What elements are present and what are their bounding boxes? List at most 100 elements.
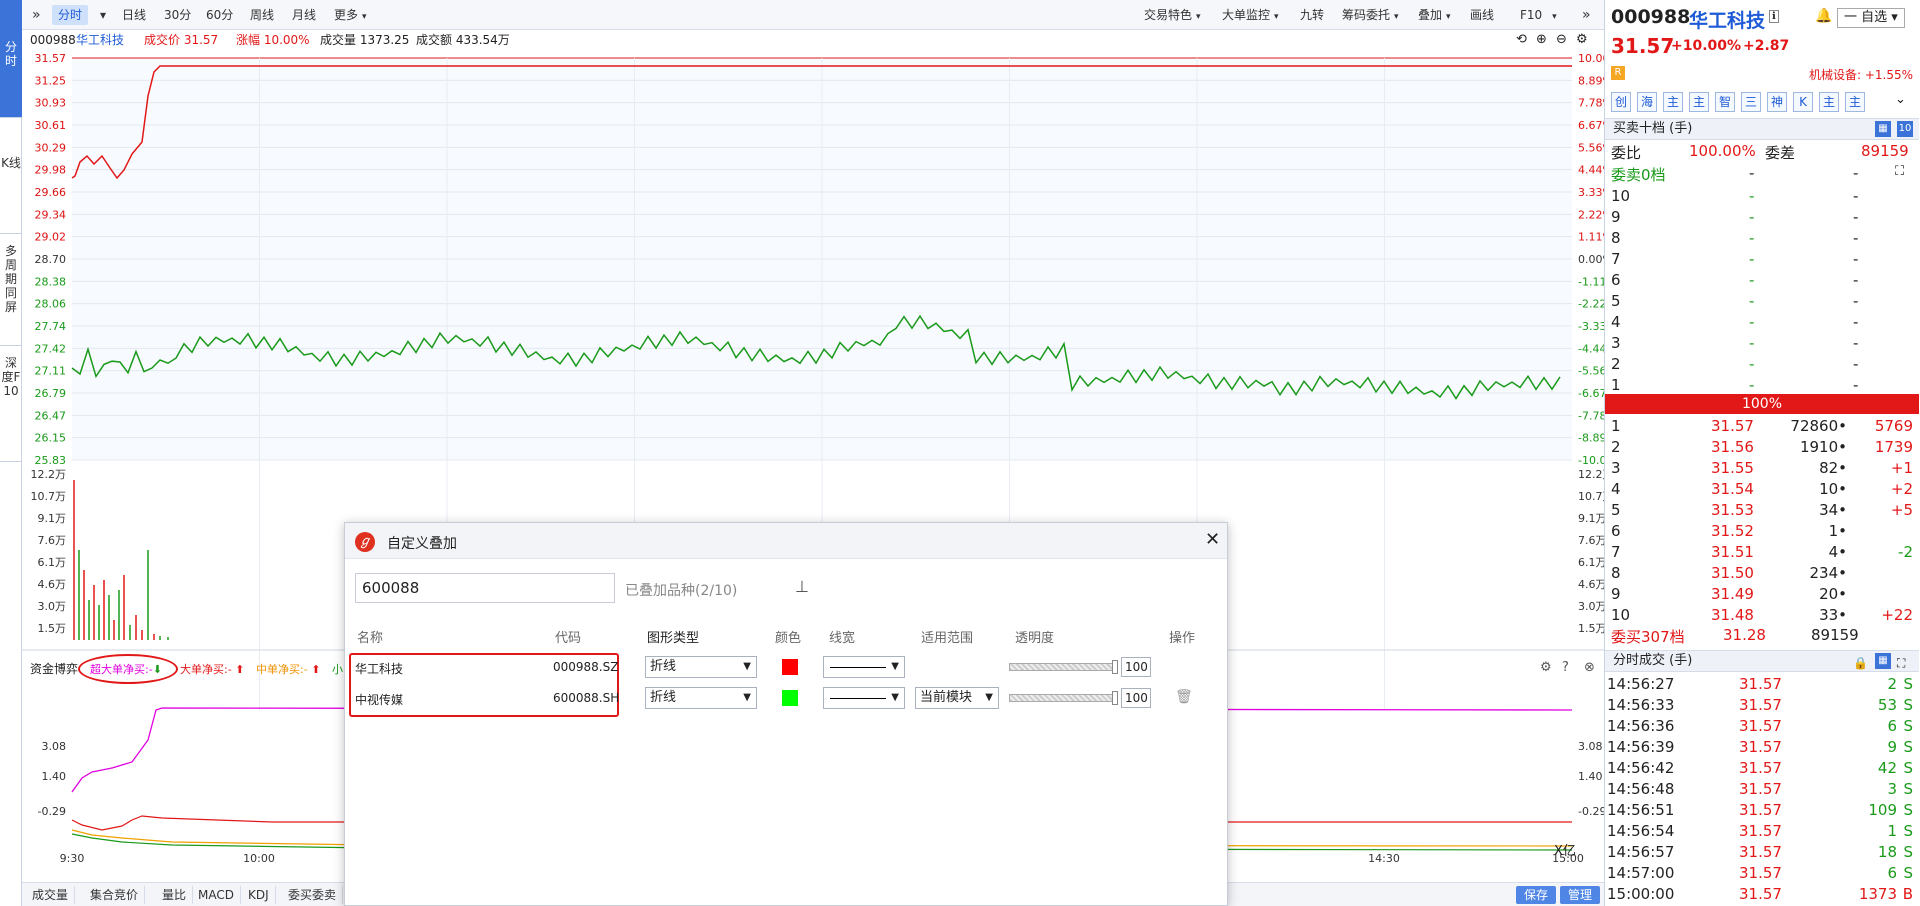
- sell-price: -: [1749, 334, 1755, 352]
- tab-kdj[interactable]: KDJ: [242, 886, 276, 904]
- price-tick-label: 28.38: [35, 275, 67, 288]
- toolbar-draw-line[interactable]: 画线: [1464, 5, 1500, 25]
- dialog-close-icon[interactable]: ✕: [1205, 529, 1220, 550]
- tab-auction[interactable]: 集合竞价: [84, 886, 146, 904]
- buy-volume: 10•: [1819, 480, 1847, 498]
- tab-order-ratio[interactable]: 委买委卖: [282, 886, 344, 904]
- lock-icon[interactable]: 🔒: [1853, 653, 1868, 673]
- trades-table-icon[interactable]: ▦: [1875, 653, 1891, 669]
- fund-close-icon[interactable]: ⊗: [1584, 660, 1595, 675]
- pct-tick-label: 2.22%: [1578, 208, 1604, 221]
- toolbar-trade-features[interactable]: 交易特色 ▾: [1138, 5, 1207, 25]
- row2-line-width-select[interactable]: ▼: [823, 687, 905, 709]
- info-amount: 成交额 433.54万: [416, 33, 510, 47]
- chevron-down-icon[interactable]: ⌄: [1895, 92, 1906, 107]
- info-name[interactable]: 华工科技: [76, 30, 124, 50]
- toolbar-30min[interactable]: 30分: [158, 5, 197, 25]
- row2-scope-select[interactable]: 当前模块 ▼: [915, 687, 999, 709]
- manage-button[interactable]: 管理: [1560, 886, 1601, 904]
- stamp-icon[interactable]: ⊥: [795, 577, 809, 596]
- row2-delete-icon[interactable]: 🗑: [1175, 689, 1193, 705]
- quick-btn-6[interactable]: 三: [1741, 92, 1761, 112]
- toolbar-large-order-monitor[interactable]: 大单监控 ▾: [1216, 5, 1285, 25]
- trade-price: 31.57: [1739, 780, 1782, 798]
- stock-name[interactable]: 华工科技: [1689, 6, 1765, 33]
- row2-opacity-slider[interactable]: [1009, 691, 1118, 705]
- add-watchlist-button[interactable]: 一 自选 ▾: [1837, 8, 1905, 28]
- quick-btn-10[interactable]: 主: [1845, 92, 1865, 112]
- quick-btn-3[interactable]: 主: [1663, 92, 1683, 112]
- trades-expand-icon[interactable]: ⛶: [1897, 653, 1905, 673]
- row1-color-swatch[interactable]: [782, 659, 798, 675]
- quick-btn-5[interactable]: 智: [1715, 92, 1735, 112]
- fund-settings-icon[interactable]: ⚙: [1540, 660, 1552, 675]
- collapse-icon[interactable]: »: [1576, 5, 1597, 25]
- last-price: 31.57: [1611, 34, 1675, 58]
- quick-btn-7[interactable]: 神: [1767, 92, 1787, 112]
- zoom-in-icon[interactable]: ⊕: [1536, 30, 1547, 50]
- toolbar-nine-turn[interactable]: 九转: [1294, 5, 1330, 25]
- sell-row: 1 - -: [1605, 375, 1919, 396]
- sell-volume: -: [1853, 187, 1859, 205]
- trade-price: 31.57: [1739, 696, 1782, 714]
- buy-price: 31.50: [1711, 564, 1754, 582]
- quick-btn-4[interactable]: 主: [1689, 92, 1709, 112]
- row2-color-swatch[interactable]: [782, 690, 798, 706]
- sector-change[interactable]: 机械设备: +1.55%: [1809, 66, 1913, 83]
- bell-icon[interactable]: 🔔: [1815, 8, 1832, 24]
- trade-row: 14:56:33 31.57 53 S: [1605, 695, 1919, 716]
- pct-tick-label: 4.44%: [1578, 164, 1604, 177]
- row1-line-width-select[interactable]: ▼: [823, 656, 905, 678]
- sell-price: -: [1749, 187, 1755, 205]
- refresh-icon[interactable]: ⟲: [1516, 30, 1527, 50]
- toolbar-intraday[interactable]: 分时: [52, 5, 89, 25]
- row1-opacity-input[interactable]: 100: [1121, 657, 1151, 677]
- tab-macd[interactable]: MACD: [192, 886, 241, 904]
- sell-volume: -: [1853, 292, 1859, 310]
- toolbar-overlay[interactable]: 叠加 ▾: [1412, 5, 1457, 25]
- settings-icon[interactable]: ⚙: [1576, 30, 1588, 50]
- table-view-icon[interactable]: ▦: [1875, 121, 1891, 137]
- col-name: 名称: [357, 631, 384, 646]
- buy-price: 31.57: [1711, 417, 1754, 435]
- expand-icon[interactable]: ⛶: [1895, 164, 1904, 179]
- fund-help-icon[interactable]: ?: [1562, 660, 1569, 675]
- toolbar-monthly[interactable]: 月线: [286, 5, 322, 25]
- toolbar-60min[interactable]: 60分: [200, 5, 239, 25]
- trade-row: 14:56:36 31.57 6 S: [1605, 716, 1919, 737]
- toolbar-f10[interactable]: F10 ▾: [1514, 5, 1563, 25]
- order-book-depth[interactable]: 10: [1897, 121, 1913, 137]
- expand-icon[interactable]: »: [26, 5, 47, 25]
- trade-volume: 6: [1887, 864, 1897, 882]
- tab-multi-period[interactable]: 多周期同屏: [0, 234, 22, 346]
- toolbar-intraday-dropdown[interactable]: ▾: [98, 5, 108, 25]
- price-tick-label: 27.42: [35, 342, 67, 355]
- tab-kline[interactable]: K线: [0, 118, 22, 234]
- quick-btn-9[interactable]: 主: [1819, 92, 1839, 112]
- col-line-width: 线宽: [829, 631, 856, 646]
- toolbar-chip-order[interactable]: 筹码委托 ▾: [1336, 5, 1405, 25]
- row2-chart-type-select[interactable]: 折线 ▼: [645, 687, 757, 709]
- zoom-out-icon[interactable]: ⊖: [1556, 30, 1567, 50]
- toolbar-weekly[interactable]: 周线: [244, 5, 280, 25]
- tab-volume[interactable]: 成交量: [26, 886, 76, 904]
- buy-row: 8 31.50 234•: [1605, 563, 1919, 584]
- tab-volume-ratio[interactable]: 量比: [156, 886, 194, 904]
- tab-intraday[interactable]: 分时: [0, 0, 22, 118]
- row1-chart-type-select[interactable]: 折线 ▼: [645, 656, 757, 678]
- buy-level: 7: [1611, 543, 1621, 561]
- save-button[interactable]: 保存: [1516, 886, 1557, 904]
- tab-depth-f10[interactable]: 深度F10: [0, 346, 22, 462]
- quick-btn-1[interactable]: 创: [1611, 92, 1631, 112]
- code-search-input[interactable]: 600088: [355, 573, 615, 603]
- sell-price: -: [1749, 376, 1755, 394]
- trade-price: 31.57: [1739, 864, 1782, 882]
- quick-btn-8[interactable]: K: [1793, 92, 1813, 112]
- price-tick-label: 30.61: [35, 119, 67, 132]
- toolbar-daily[interactable]: 日线: [116, 5, 152, 25]
- quick-btn-2[interactable]: 海: [1637, 92, 1657, 112]
- info-icon[interactable]: ℹ: [1769, 10, 1779, 23]
- toolbar-more[interactable]: 更多 ▾: [328, 5, 373, 25]
- row2-opacity-input[interactable]: 100: [1121, 688, 1151, 708]
- row1-opacity-slider[interactable]: [1009, 660, 1118, 674]
